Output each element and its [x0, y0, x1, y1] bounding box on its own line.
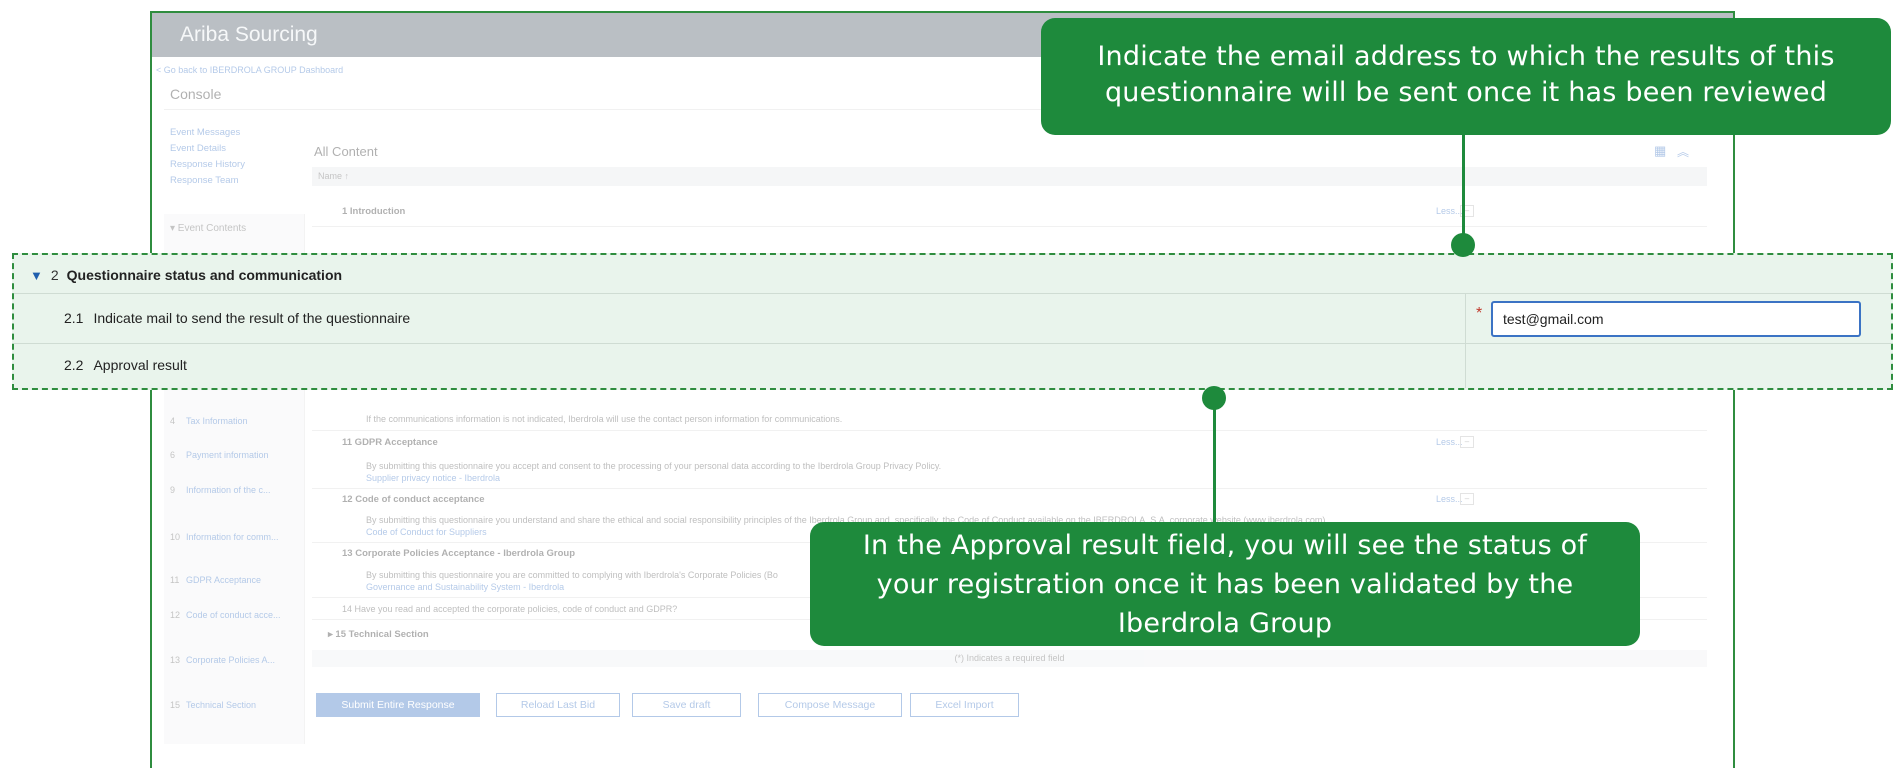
callout-connector	[1462, 135, 1465, 245]
save-draft-button[interactable]: Save draft	[632, 693, 741, 717]
sidebar-item-label: Information for comm...	[186, 532, 279, 542]
sidebar-item-label: Code of conduct acce...	[186, 610, 281, 620]
sidebar-item-gdpr[interactable]: 11 GDPR Acceptance	[170, 575, 300, 585]
question-number: 2.2	[64, 357, 84, 373]
code-of-conduct-row[interactable]: 12 Code of conduct acceptance	[342, 494, 485, 505]
email-callout: Indicate the email address to which the …	[1041, 18, 1891, 135]
intro-row[interactable]: 1 Introduction	[342, 206, 405, 217]
sidebar-item-num: 11	[170, 575, 180, 585]
app-title: Ariba Sourcing	[180, 23, 318, 46]
question-14: 14 Have you read and accepted the corpor…	[342, 604, 678, 614]
grid-icon[interactable]: ▦	[1654, 143, 1666, 159]
sidebar-item-label: Tax Information	[186, 416, 248, 426]
collapse-up-icon[interactable]: ︽	[1677, 143, 1689, 160]
callout-pointer-dot	[1451, 233, 1475, 257]
sidebar-item-technical-section[interactable]: 15 Technical Section	[170, 700, 300, 710]
gdpr-text: By submitting this questionnaire you acc…	[366, 461, 942, 471]
excel-import-button[interactable]: Excel Import	[910, 693, 1019, 717]
less-link[interactable]: Less...	[1436, 206, 1463, 216]
required-marker: *	[1476, 305, 1483, 322]
sidebar-item-num: 9	[170, 485, 176, 495]
sidebar-item-label: Technical Section	[186, 700, 257, 710]
row-divider	[14, 343, 1891, 344]
sidebar-item-label: Information of the c...	[186, 485, 271, 495]
sidebar-item-label: Corporate Policies A...	[186, 655, 276, 665]
conduct-link[interactable]: Code of Conduct for Suppliers	[366, 527, 487, 537]
collapse-toggle[interactable]: –	[1460, 493, 1474, 505]
back-to-dashboard-link[interactable]: < Go back to IBERDROLA GROUP Dashboard	[156, 65, 343, 75]
sidebar-item-num: 4	[170, 416, 176, 426]
email-field[interactable]	[1491, 301, 1861, 337]
collapse-toggle[interactable]: –	[1460, 436, 1474, 448]
nav-response-team[interactable]: Response Team	[170, 175, 238, 186]
row-divider	[14, 293, 1891, 294]
row-divider	[312, 226, 1707, 227]
sidebar-item-num: 13	[170, 655, 181, 665]
compose-message-button[interactable]: Compose Message	[758, 693, 902, 717]
question-label: Approval result	[93, 357, 187, 373]
question-2-1: 2.1 Indicate mail to send the result of …	[64, 310, 410, 326]
name-column-header[interactable]: Name ↑	[312, 167, 1707, 186]
callout-line: your registration once it has been valid…	[876, 569, 1574, 600]
sidebar-item-code-of-conduct[interactable]: 12 Code of conduct acce...	[170, 610, 300, 620]
required-field-note: (*) Indicates a required field	[312, 650, 1707, 667]
nav-event-messages[interactable]: Event Messages	[170, 127, 240, 138]
approval-result-callout: In the Approval result field, you will s…	[810, 522, 1640, 646]
sidebar-item-corporate-policies[interactable]: 13 Corporate Policies A...	[170, 655, 300, 665]
callout-line: Iberdrola Group	[1117, 608, 1333, 639]
policies-text: By submitting this questionnaire you are…	[366, 570, 778, 580]
policies-link[interactable]: Governance and Sustainability System - I…	[366, 582, 564, 592]
less-link[interactable]: Less...	[1436, 437, 1463, 447]
sidebar-item-communication[interactable]: 10 Information for comm...	[170, 532, 300, 542]
technical-section-row[interactable]: ▸ 15 Technical Section	[328, 629, 429, 640]
gdpr-row[interactable]: 11 GDPR Acceptance	[342, 437, 438, 448]
column-divider	[1465, 293, 1466, 388]
callout-line: In the Approval result field, you will s…	[862, 530, 1588, 561]
gdpr-link[interactable]: Supplier privacy notice - Iberdrola	[366, 473, 500, 483]
all-content-heading: All Content	[314, 144, 378, 159]
sidebar-item-payment[interactable]: 6 Payment information	[170, 450, 300, 460]
questionnaire-status-section: ▼ 2 Questionnaire status and communicati…	[12, 253, 1893, 390]
corporate-policies-row[interactable]: 13 Corporate Policies Acceptance - Iberd…	[342, 548, 575, 559]
expand-arrow-icon[interactable]: ▼	[30, 268, 43, 283]
event-contents-toggle[interactable]: ▾ Event Contents	[170, 223, 246, 234]
sidebar-item-num: 15	[170, 700, 181, 710]
sidebar-item-num: 10	[170, 532, 181, 542]
console-title: Console	[170, 86, 222, 102]
sidebar-item-num: 12	[170, 610, 181, 620]
question-label: Indicate mail to send the result of the …	[93, 310, 411, 326]
sidebar-item-label: GDPR Acceptance	[186, 575, 262, 585]
callout-line: Indicate the email address to which the …	[1097, 41, 1835, 72]
callout-connector	[1213, 398, 1216, 522]
sidebar-item-information[interactable]: 9 Information of the c...	[170, 485, 300, 495]
nav-response-history[interactable]: Response History	[170, 159, 245, 170]
communication-note: If the communications information is not…	[366, 414, 843, 424]
sidebar-item-tax[interactable]: 4 Tax Information	[170, 416, 300, 426]
nav-event-details[interactable]: Event Details	[170, 143, 226, 154]
section-header[interactable]: ▼ 2 Questionnaire status and communicati…	[30, 267, 342, 283]
row-divider	[312, 430, 1707, 431]
less-link[interactable]: Less...	[1436, 494, 1463, 504]
callout-line: questionnaire will be sent once it has b…	[1104, 77, 1828, 108]
sidebar-item-label: Payment information	[186, 450, 269, 460]
section-number: 2	[50, 267, 59, 283]
row-divider	[312, 488, 1707, 489]
section-title: Questionnaire status and communication	[66, 267, 343, 283]
reload-last-bid-button[interactable]: Reload Last Bid	[496, 693, 620, 717]
question-number: 2.1	[64, 310, 84, 326]
question-2-2: 2.2 Approval result	[64, 357, 187, 373]
sidebar-item-num: 6	[170, 450, 176, 460]
submit-entire-response-button[interactable]: Submit Entire Response	[316, 693, 480, 717]
